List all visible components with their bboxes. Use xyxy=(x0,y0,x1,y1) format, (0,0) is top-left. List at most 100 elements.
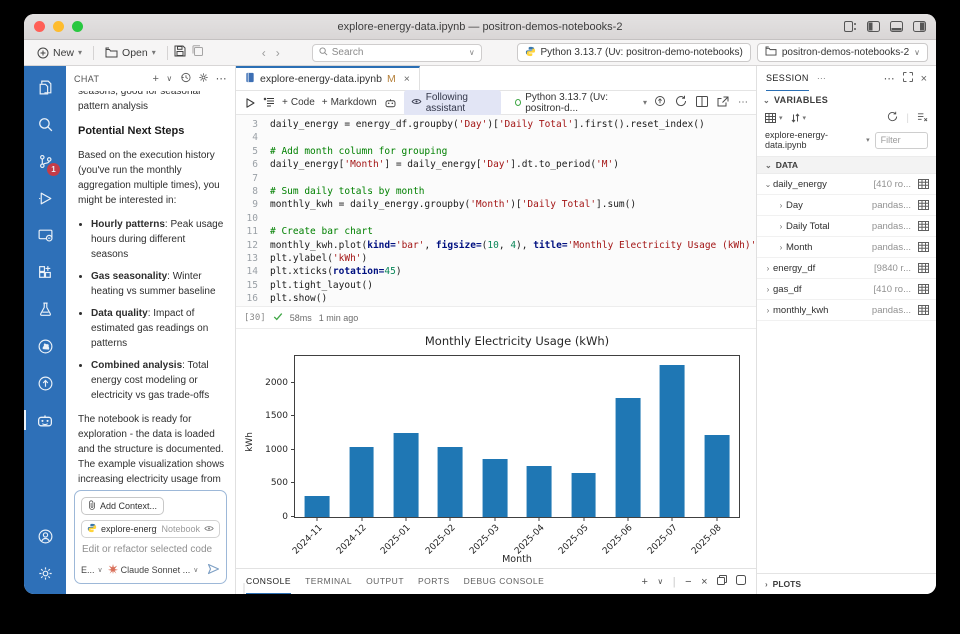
more-icon[interactable]: ⋯ xyxy=(817,73,826,84)
code-line[interactable]: 3daily_energy = energy_df.groupby('Day')… xyxy=(238,118,756,131)
settings-gear-icon[interactable] xyxy=(32,560,58,586)
code-line[interactable]: 12monthly_kwh.plot(kind='bar', figsize=(… xyxy=(238,239,756,252)
toggle-left-panel-icon[interactable] xyxy=(867,21,880,32)
add-context-button[interactable]: Add Context... xyxy=(81,497,164,515)
global-search-input[interactable]: Search ∨ xyxy=(312,44,482,62)
chat-transcript[interactable]: seasons, good for seasonal pattern analy… xyxy=(66,91,235,486)
panel-tab-terminal[interactable]: TERMINAL xyxy=(305,569,352,594)
code-line[interactable]: 5# Add month column for grouping xyxy=(238,145,756,158)
new-button[interactable]: New▾ xyxy=(32,45,87,61)
expand-panel-icon[interactable] xyxy=(903,72,913,85)
close-window-button[interactable] xyxy=(34,21,45,32)
assistant-icon[interactable] xyxy=(32,407,58,433)
tab-explore-energy-data[interactable]: explore-energy-data.ipynb M × xyxy=(236,66,420,90)
panel-tab-output[interactable]: OUTPUT xyxy=(366,569,404,594)
following-assistant-button[interactable]: Following assistant xyxy=(404,90,501,116)
chat-settings-gear-icon[interactable] xyxy=(198,72,209,86)
variable-row[interactable]: ›Daily Totalpandas... xyxy=(757,216,936,237)
model-picker-dropdown[interactable]: Claude Sonnet ...∨ xyxy=(108,564,199,576)
variable-row[interactable]: ›Monthpandas... xyxy=(757,237,936,258)
run-all-icon[interactable] xyxy=(244,97,256,109)
new-chat-icon[interactable]: + xyxy=(153,73,160,85)
assistant-robot-icon[interactable] xyxy=(384,97,397,109)
chevron-right-icon[interactable]: › xyxy=(763,285,773,294)
open-button[interactable]: Open▾ xyxy=(100,45,161,61)
workspace-picker[interactable]: positron-demos-notebooks-2 ∨ xyxy=(757,43,928,62)
code-line[interactable]: 11# Create bar chart xyxy=(238,225,756,238)
session-selector[interactable]: explore-energy-data.ipynb ▾ xyxy=(765,130,870,150)
open-data-viewer-icon[interactable] xyxy=(918,179,929,189)
close-tab-icon[interactable]: × xyxy=(404,73,410,85)
search-icon[interactable] xyxy=(32,111,58,137)
code-line[interactable]: 13plt.ylabel('kWh') xyxy=(238,252,756,265)
explorer-icon[interactable] xyxy=(32,74,58,100)
open-in-new-window-icon[interactable] xyxy=(717,96,729,110)
github-icon[interactable] xyxy=(32,333,58,359)
more-icon[interactable]: ⋯ xyxy=(738,97,748,108)
save-icon[interactable] xyxy=(174,45,186,60)
code-line[interactable]: 10 xyxy=(238,212,756,225)
code-line[interactable]: 6daily_energy['Month'] = daily_energy['D… xyxy=(238,158,756,171)
code-line[interactable]: 15plt.tight_layout() xyxy=(238,279,756,292)
code-line[interactable]: 7 xyxy=(238,172,756,185)
variable-row[interactable]: ⌄daily_energy[410 ro... xyxy=(757,174,936,195)
minimize-panel-icon[interactable]: − xyxy=(685,576,692,588)
variable-row[interactable]: ›energy_df[9840 r... xyxy=(757,258,936,279)
remote-sessions-icon[interactable] xyxy=(32,222,58,248)
clear-outputs-icon[interactable] xyxy=(263,97,275,108)
plots-section-header[interactable]: › PLOTS xyxy=(757,573,936,594)
kernel-picker[interactable]: Python 3.13.7 (Uv: positron-d... ▾ xyxy=(515,92,647,114)
chat-history-icon[interactable] xyxy=(180,72,191,86)
open-data-viewer-icon[interactable] xyxy=(918,305,929,315)
chevron-right-icon[interactable]: › xyxy=(776,243,786,252)
more-icon[interactable]: ⋯ xyxy=(216,72,227,85)
code-line[interactable]: 4 xyxy=(238,131,756,144)
open-data-viewer-icon[interactable] xyxy=(918,284,929,294)
panel-tab-debug-console[interactable]: DEBUG CONSOLE xyxy=(464,569,545,594)
clear-variables-icon[interactable] xyxy=(917,112,928,125)
variables-section-header[interactable]: ⌄ VARIABLES xyxy=(757,91,936,109)
toggle-bottom-panel-icon[interactable] xyxy=(890,21,903,32)
restore-panel-icon[interactable] xyxy=(717,575,727,588)
extensions-icon[interactable] xyxy=(32,259,58,285)
code-line[interactable]: 16plt.show() xyxy=(238,292,756,305)
interpreter-picker[interactable]: Python 3.13.7 (Uv: positron-demo-noteboo… xyxy=(517,43,751,62)
variable-row[interactable]: ›gas_df[410 ro... xyxy=(757,279,936,300)
chat-input-box[interactable]: Add Context... explore-energy-data.ipynb… xyxy=(74,490,227,584)
split-editor-icon[interactable] xyxy=(696,96,708,110)
forward-icon[interactable]: › xyxy=(276,46,280,60)
open-data-viewer-icon[interactable] xyxy=(918,221,929,231)
chevron-right-icon[interactable]: › xyxy=(776,201,786,210)
code-line[interactable]: 9monthly_kwh = daily_energy.groupby('Mon… xyxy=(238,198,756,211)
code-cell[interactable]: 3daily_energy = energy_df.groupby('Day')… xyxy=(236,115,756,307)
chat-mode-dropdown[interactable]: E...∨ xyxy=(81,565,103,575)
send-icon[interactable] xyxy=(207,563,220,577)
add-markdown-button[interactable]: +Markdown xyxy=(322,97,377,108)
layout-grid-icon[interactable]: ▾ xyxy=(765,113,783,123)
customize-layout-icon[interactable] xyxy=(844,21,857,32)
eye-icon[interactable] xyxy=(204,524,214,534)
data-group-header[interactable]: ⌄ DATA xyxy=(757,156,936,174)
new-console-icon[interactable]: + xyxy=(641,576,648,588)
back-icon[interactable]: ‹ xyxy=(262,46,266,60)
code-line[interactable]: 8# Sum daily totals by month xyxy=(238,185,756,198)
restart-kernel-icon[interactable] xyxy=(675,95,687,110)
chevron-right-icon[interactable]: › xyxy=(763,264,773,273)
chevron-down-icon[interactable]: ∨ xyxy=(657,577,663,586)
chevron-down-icon[interactable]: ∨ xyxy=(166,74,172,83)
publish-icon[interactable] xyxy=(654,95,666,110)
account-icon[interactable] xyxy=(32,523,58,549)
variable-row[interactable]: ›Daypandas... xyxy=(757,195,936,216)
chevron-right-icon[interactable]: › xyxy=(776,222,786,231)
source-control-icon[interactable]: 1 xyxy=(32,148,58,174)
chat-input-placeholder[interactable]: Edit or refactor selected code xyxy=(82,544,220,555)
add-code-button[interactable]: +Code xyxy=(282,97,315,108)
more-icon[interactable]: ⋯ xyxy=(884,72,895,85)
close-panel-icon[interactable]: × xyxy=(701,576,708,588)
filter-input[interactable]: Filter xyxy=(875,132,928,149)
open-data-viewer-icon[interactable] xyxy=(918,263,929,273)
variable-row[interactable]: ›monthly_kwhpandas... xyxy=(757,300,936,321)
panel-tab-ports[interactable]: PORTS xyxy=(418,569,450,594)
minimize-window-button[interactable] xyxy=(53,21,64,32)
open-data-viewer-icon[interactable] xyxy=(918,242,929,252)
